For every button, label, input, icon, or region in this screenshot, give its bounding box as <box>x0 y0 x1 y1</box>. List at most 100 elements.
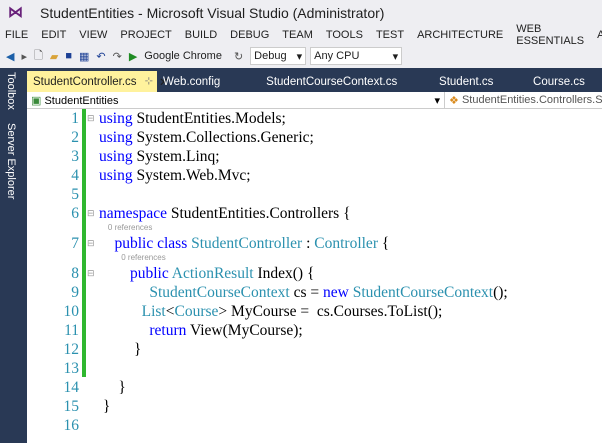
code-token: StudentEntities.Models; <box>132 109 286 127</box>
keyword: using <box>99 109 133 127</box>
tab[interactable]: StudentCourseContext.cs <box>247 71 417 92</box>
chevron-down-icon: ▾ <box>296 50 303 63</box>
csharp-project-icon: ▣ <box>31 94 42 107</box>
line-number: 9 <box>71 283 79 301</box>
code-text: StudentCourseContext cs = new StudentCou… <box>99 283 507 302</box>
menu-item[interactable]: ARCHITECTURE <box>417 29 503 41</box>
code-line[interactable]: 11 return View(MyCourse); <box>27 321 602 340</box>
line-number: 8 <box>71 264 79 282</box>
code-line[interactable]: 8 ⊟ public ActionResult Index() { <box>27 264 602 283</box>
menu-item[interactable]: EDIT <box>41 29 66 41</box>
type-name: Controller <box>314 234 378 252</box>
code-token: : <box>302 234 315 252</box>
tab[interactable]: Course.cs <box>516 71 602 92</box>
tab-label: StudentCourseContext.cs <box>266 75 398 88</box>
codelens-references[interactable]: 0 references <box>27 253 602 264</box>
line-number: 3 <box>71 147 79 165</box>
platform-value: Any CPU <box>314 50 360 62</box>
code-line[interactable]: 7 ⊟ public class StudentController : Cont… <box>27 234 602 253</box>
menu-item[interactable]: TOOLS <box>326 29 363 41</box>
code-editor[interactable]: 1 ⊟ using StudentEntities.Models; 2 using Sy… <box>27 109 602 443</box>
outline-collapse-icon[interactable]: ⊟ <box>87 239 99 249</box>
line-number: 1 <box>71 109 79 127</box>
menu-item[interactable]: BUILD <box>185 29 217 41</box>
line-number: 2 <box>71 128 79 146</box>
type-name: StudentController <box>191 234 303 252</box>
code-line[interactable]: 10 List<Course> MyCourse = cs.Courses.To… <box>27 302 602 321</box>
code-line[interactable]: 6 ⊟ namespace StudentEntities.Controllers … <box>27 204 602 223</box>
line-number: 11 <box>64 321 79 339</box>
toolbox-tab[interactable]: Toolbox <box>5 72 17 110</box>
line-number: 12 <box>63 340 80 358</box>
code-line[interactable]: 16 <box>27 416 602 435</box>
code-line[interactable]: 13 <box>27 359 602 378</box>
code-text: namespace StudentEntities.Controllers { <box>99 205 351 223</box>
code-token: } <box>99 397 111 415</box>
browser-button[interactable]: Google Chrome <box>144 50 222 62</box>
outline-collapse-icon[interactable]: ⊟ <box>87 209 99 219</box>
code-token: Index() { <box>253 264 315 282</box>
forward-icon[interactable]: ▸ <box>21 50 27 63</box>
back-icon[interactable]: ◀ <box>6 50 14 63</box>
platform-select[interactable]: Any CPU ▾ <box>310 47 403 65</box>
chevron-down-icon: ▾ <box>392 50 399 63</box>
type-name: StudentCourseContext <box>149 283 290 301</box>
class-dropdown[interactable]: ❖ StudentEntities.Controllers.Stu <box>445 92 602 108</box>
menu-item[interactable]: FILE <box>5 29 28 41</box>
tab[interactable]: Web.config <box>157 71 247 92</box>
code-line[interactable]: 2 using System.Collections.Generic; <box>27 128 602 147</box>
code-line[interactable]: 5 <box>27 185 602 204</box>
pin-icon[interactable]: ⊹ <box>145 76 153 87</box>
code-line[interactable]: 4 using System.Web.Mvc; <box>27 166 602 185</box>
new-project-icon[interactable]: 🗋 <box>34 47 43 66</box>
class-name: StudentEntities.Controllers.Stu <box>461 94 602 106</box>
redo-icon[interactable]: ↷ <box>113 50 122 63</box>
code-line[interactable]: 9 StudentCourseContext cs = new StudentC… <box>27 283 602 302</box>
code-line[interactable]: 1 ⊟ using StudentEntities.Models; <box>27 109 602 128</box>
undo-icon[interactable]: ↶ <box>96 50 105 63</box>
save-icon[interactable]: ■ <box>65 50 72 62</box>
menu-bar: FILE EDIT VIEW PROJECT BUILD DEBUG TEAM TOOLS TE… <box>0 23 602 47</box>
code-token: { <box>377 234 390 252</box>
class-icon: ❖ <box>449 94 459 107</box>
code-token: View(MyCourse); <box>186 321 303 339</box>
code-text: using System.Linq; <box>99 148 220 166</box>
code-text: return View(MyCourse); <box>99 321 303 340</box>
menu-item[interactable]: TEST <box>376 29 404 41</box>
outline-collapse-icon[interactable]: ⊟ <box>87 269 99 279</box>
code-lines: 1 ⊟ using StudentEntities.Models; 2 using Sy… <box>27 109 602 435</box>
code-line[interactable]: 15 } <box>27 397 602 416</box>
outline-collapse-icon[interactable]: ⊟ <box>87 114 99 124</box>
project-dropdown[interactable]: ▣ StudentEntities ▾ <box>27 92 445 108</box>
server-explorer-tab[interactable]: Server Explorer <box>5 123 17 199</box>
side-panel: Toolbox Server Explorer <box>0 68 27 443</box>
open-icon[interactable]: ▰ <box>50 50 58 63</box>
configuration-select[interactable]: Debug ▾ <box>250 47 307 65</box>
start-icon[interactable]: ▶ <box>129 50 137 63</box>
menu-item[interactable]: AN <box>597 29 602 41</box>
code-text: using System.Collections.Generic; <box>99 129 314 147</box>
keyword: return <box>149 321 187 339</box>
codelens-references[interactable]: 0 references <box>27 223 602 234</box>
menu-item[interactable]: WEB ESSENTIALS <box>516 23 584 47</box>
tab-label: StudentController.cs <box>33 75 137 88</box>
keyword: using <box>99 166 133 184</box>
code-line[interactable]: 14 } <box>27 378 602 397</box>
code-line[interactable]: 12 } <box>27 340 602 359</box>
menu-item[interactable]: TEAM <box>282 29 313 41</box>
menu-item[interactable]: PROJECT <box>120 29 171 41</box>
line-number: 4 <box>71 166 79 184</box>
code-line[interactable]: 3 using System.Linq; <box>27 147 602 166</box>
code-token: > MyCourse = cs.Courses.ToList(); <box>218 302 443 320</box>
tab[interactable]: Student.cs <box>417 71 516 92</box>
code-token: cs = <box>289 283 324 301</box>
menu-item[interactable]: DEBUG <box>230 29 269 41</box>
tab[interactable]: StudentController.cs ⊹ ✕ <box>27 71 169 92</box>
code-text: using StudentEntities.Models; <box>99 110 286 128</box>
refresh-icon[interactable]: ↻ <box>234 50 243 63</box>
tab-label: Course.cs <box>533 75 585 88</box>
menu-item[interactable]: VIEW <box>79 29 107 41</box>
save-all-icon[interactable]: ▦ <box>79 50 89 63</box>
